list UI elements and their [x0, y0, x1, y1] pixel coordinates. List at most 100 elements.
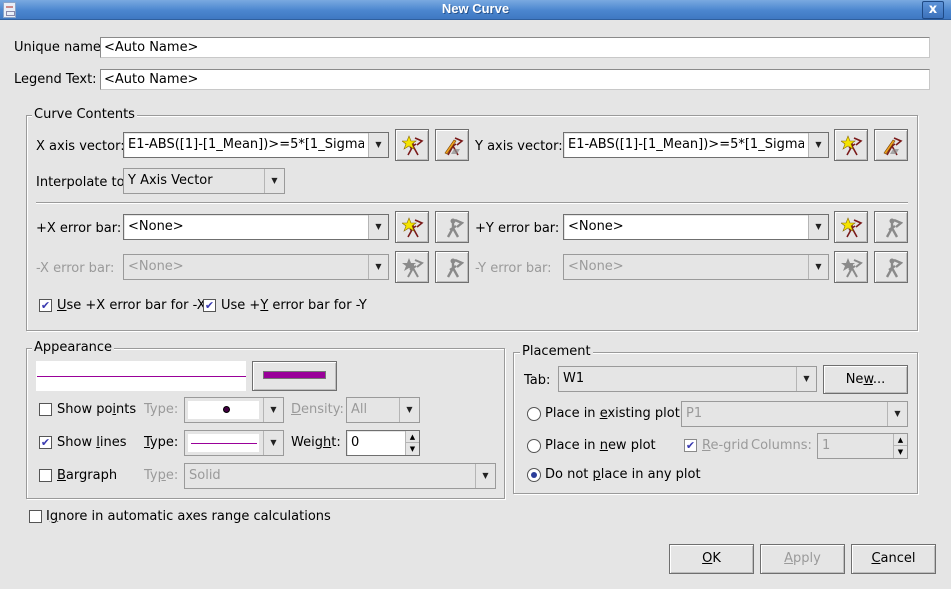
close-button[interactable]: x [922, 1, 944, 19]
density-combo[interactable]: All ▼ [346, 397, 420, 423]
chevron-down-icon[interactable]: ▼ [263, 431, 283, 455]
chevron-down-icon[interactable]: ▼ [368, 255, 388, 279]
interpolate-combo[interactable]: Y Axis Vector ▼ [123, 168, 285, 194]
plus-y-edit-vector-button[interactable] [874, 211, 908, 243]
show-points-checkbox[interactable] [39, 403, 52, 416]
spin-down-icon[interactable]: ▼ [893, 446, 907, 458]
use-plus-x-checkbox[interactable]: ✔ [39, 299, 52, 312]
label-part: Use + [221, 298, 261, 313]
weight-spinbox[interactable]: 0 ▲ ▼ [346, 430, 420, 456]
minus-y-new-vector-button[interactable] [834, 251, 868, 283]
ignore-range-label[interactable]: Ignore in automatic axes range calculati… [46, 509, 331, 524]
label-part: argraph [65, 468, 118, 483]
chevron-down-icon[interactable]: ▼ [887, 402, 907, 426]
bar-type-combo[interactable]: Solid ▼ [184, 463, 496, 489]
minus-y-error-value[interactable]: <None> [568, 255, 804, 279]
chevron-down-icon[interactable]: ▼ [796, 367, 816, 391]
place-new-plot-label[interactable]: Place in new plot [545, 438, 656, 453]
place-existing-radio[interactable] [527, 407, 541, 421]
line-style-icon [191, 443, 257, 444]
y-axis-vector-combo[interactable]: E1-ABS([1]-[1_Mean])>=5*[1_Sigma]/y ▼ [563, 132, 829, 158]
interpolate-value[interactable]: Y Axis Vector [128, 169, 260, 193]
bargraph-checkbox[interactable] [39, 469, 52, 482]
use-plus-y-label[interactable]: Use +Y error bar for -Y [221, 298, 367, 313]
plus-y-error-combo[interactable]: <None> ▼ [563, 214, 829, 240]
unique-name-input[interactable]: <Auto Name> [100, 37, 930, 58]
minus-x-edit-vector-button[interactable] [435, 251, 469, 283]
plus-x-error-value[interactable]: <None> [128, 215, 364, 239]
chevron-down-icon[interactable]: ▼ [368, 215, 388, 239]
weight-value[interactable]: 0 [351, 431, 395, 455]
use-plus-x-label[interactable]: Use +X error bar for -X [57, 298, 206, 313]
bar-type-value[interactable]: Solid [189, 464, 471, 488]
minus-y-edit-vector-button[interactable] [874, 251, 908, 283]
columns-spinbox[interactable]: 1 ▲ ▼ [817, 433, 908, 459]
plus-x-edit-vector-button[interactable] [435, 211, 469, 243]
label-part: ines [99, 435, 127, 450]
spin-down-icon[interactable]: ▼ [405, 443, 419, 455]
use-plus-y-checkbox[interactable]: ✔ [203, 299, 216, 312]
regrid-label[interactable]: Re-grid [702, 438, 749, 453]
chevron-down-icon[interactable]: ▼ [808, 255, 828, 279]
x-axis-vector-value[interactable]: E1-ABS([1]-[1_Mean])>=5*[1_Sigma]/x [128, 133, 364, 157]
new-tab-button[interactable]: New... [823, 365, 908, 394]
bargraph-label[interactable]: Bargraph [57, 468, 117, 483]
curve-contents-title: Curve Contents [32, 107, 137, 122]
ignore-range-checkbox[interactable] [29, 510, 42, 523]
existing-plot-combo[interactable]: P1 ▼ [681, 401, 908, 427]
show-lines-label[interactable]: Show lines [57, 435, 126, 450]
line-color-button[interactable] [252, 361, 337, 391]
do-not-place-label[interactable]: Do not place in any plot [545, 467, 701, 482]
chevron-down-icon[interactable]: ▼ [399, 398, 419, 422]
lines-type-combo[interactable]: ▼ [184, 430, 284, 456]
chevron-down-icon[interactable]: ▼ [808, 215, 828, 239]
chevron-down-icon[interactable]: ▼ [475, 464, 495, 488]
place-new-plot-radio[interactable] [527, 439, 541, 453]
show-lines-checkbox[interactable]: ✔ [39, 436, 52, 449]
minus-x-error-value[interactable]: <None> [128, 255, 364, 279]
x-axis-edit-vector-button[interactable] [435, 129, 469, 161]
label-part: error bar for -Y [268, 298, 367, 313]
y-axis-new-vector-button[interactable] [834, 129, 868, 161]
cancel-button[interactable]: Cancel [851, 544, 936, 574]
plus-x-new-vector-button[interactable] [395, 211, 429, 243]
minus-x-error-combo[interactable]: <None> ▼ [123, 254, 389, 280]
spin-up-icon[interactable]: ▲ [405, 431, 419, 443]
plus-x-error-combo[interactable]: <None> ▼ [123, 214, 389, 240]
columns-value[interactable]: 1 [822, 434, 883, 458]
legend-text-input[interactable]: <Auto Name> [100, 69, 930, 90]
density-value[interactable]: All [351, 398, 395, 422]
chevron-down-icon[interactable]: ▼ [368, 133, 388, 157]
label-part: pply [793, 551, 821, 566]
label-part: nore in automatic axes range calculation… [58, 509, 331, 524]
chevron-down-icon[interactable]: ▼ [808, 133, 828, 157]
spin-up-icon[interactable]: ▲ [893, 434, 907, 446]
chevron-down-icon[interactable]: ▼ [264, 169, 284, 193]
tab-value[interactable]: W1 [563, 367, 792, 391]
x-axis-label: X axis vector: [36, 139, 125, 154]
x-axis-vector-combo[interactable]: E1-ABS([1]-[1_Mean])>=5*[1_Sigma]/x ▼ [123, 132, 389, 158]
minus-y-error-combo[interactable]: <None> ▼ [563, 254, 829, 280]
regrid-checkbox[interactable]: ✔ [684, 439, 697, 452]
plus-y-new-vector-button[interactable] [834, 211, 868, 243]
ok-button[interactable]: OK [669, 544, 754, 574]
label-part: Ty [144, 468, 158, 483]
place-existing-label[interactable]: Place in existing plot: [545, 406, 684, 421]
x-axis-new-vector-button[interactable] [395, 129, 429, 161]
y-axis-edit-vector-button[interactable] [874, 129, 908, 161]
tab-combo[interactable]: W1 ▼ [558, 366, 817, 392]
y-axis-vector-value[interactable]: E1-ABS([1]-[1_Mean])>=5*[1_Sigma]/y [568, 133, 804, 157]
show-points-label[interactable]: Show points [57, 402, 136, 417]
existing-plot-value[interactable]: P1 [686, 402, 883, 426]
do-not-place-radio[interactable] [527, 468, 541, 482]
minus-x-new-vector-button[interactable] [395, 251, 429, 283]
bar-type-label: Type: [144, 468, 178, 483]
points-type-combo[interactable]: ▼ [184, 397, 284, 423]
y-axis-label: Y axis vector: [475, 139, 563, 154]
apply-button[interactable]: Apply [760, 544, 845, 574]
label-part: Show po [57, 402, 113, 417]
chevron-down-icon[interactable]: ▼ [263, 398, 283, 422]
label-part: ew plot [607, 438, 656, 453]
plus-y-error-label: +Y error bar: [475, 221, 560, 236]
plus-y-error-value[interactable]: <None> [568, 215, 804, 239]
